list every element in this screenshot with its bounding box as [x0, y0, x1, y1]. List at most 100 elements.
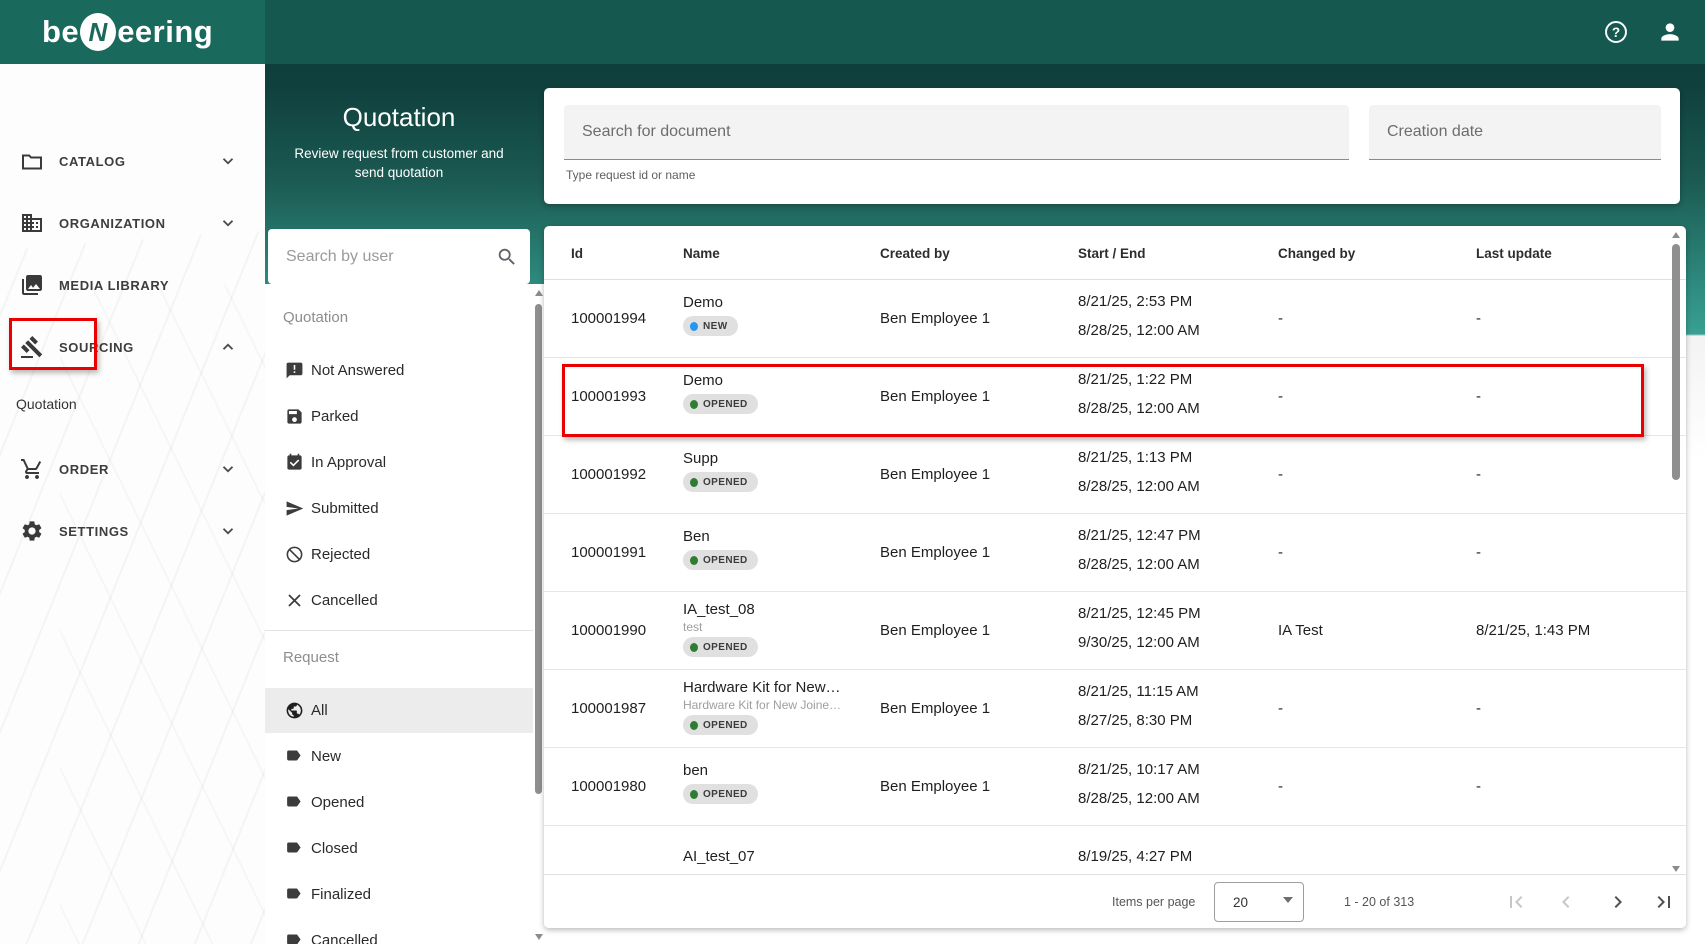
- app-bar: be N eering ?: [0, 0, 1705, 64]
- document-filter-card: Type request id or name: [544, 88, 1680, 204]
- tag-icon: [285, 747, 304, 766]
- search-document-input[interactable]: [582, 105, 1337, 159]
- table-row[interactable]: 100001980 ben OPENED Ben Employee 1 8/21…: [544, 748, 1686, 826]
- last-page-button[interactable]: [1652, 890, 1676, 914]
- logo-circle-icon: N: [80, 13, 117, 51]
- status-badge: OPENED: [683, 472, 758, 492]
- svg-text:?: ?: [1612, 25, 1620, 40]
- filter-item-all[interactable]: All: [265, 688, 533, 733]
- divider: [265, 630, 533, 631]
- next-page-button[interactable]: [1606, 890, 1630, 914]
- cart-icon: [20, 457, 44, 481]
- filter-item-new[interactable]: New: [265, 734, 533, 779]
- sidebar: CATALOG ORGANIZATION MEDIA LIBRARY SOURC…: [0, 64, 265, 944]
- first-page-button[interactable]: [1504, 890, 1528, 914]
- items-per-page-select[interactable]: 20: [1214, 882, 1304, 922]
- items-per-page-label: Items per page: [1112, 895, 1196, 909]
- search-by-user-input[interactable]: [286, 229, 486, 284]
- table-row[interactable]: AI_test_07 8/19/25, 4:27 PM: [544, 826, 1686, 874]
- sidebar-item-organization[interactable]: ORGANIZATION: [0, 192, 265, 254]
- user-account-icon[interactable]: [1657, 19, 1683, 45]
- scrollbar-thumb[interactable]: [1672, 244, 1680, 480]
- table-header: Id Name Created by Start / End Changed b…: [544, 226, 1686, 280]
- table-row[interactable]: 100001987 Hardware Kit for New… Hardware…: [544, 670, 1686, 748]
- search-icon[interactable]: [496, 246, 518, 268]
- sidebar-item-catalog[interactable]: CATALOG: [0, 130, 265, 192]
- filter-item-opened[interactable]: Opened: [265, 780, 533, 825]
- gear-icon: [20, 519, 44, 543]
- sidebar-item-order[interactable]: ORDER: [0, 438, 265, 500]
- chevron-up-icon: [219, 338, 237, 356]
- tag-icon: [285, 839, 304, 858]
- column-header-id: Id: [571, 245, 583, 261]
- table-row[interactable]: 100001993 Demo OPENED Ben Employee 1 8/2…: [544, 358, 1686, 436]
- filter-item-finalized[interactable]: Finalized: [265, 872, 533, 917]
- photo-library-icon: [20, 273, 44, 297]
- status-badge: OPENED: [683, 394, 758, 414]
- filter-item-cancelled-quotation[interactable]: Cancelled: [265, 578, 533, 623]
- filter-item-closed[interactable]: Closed: [265, 826, 533, 871]
- app-logo[interactable]: be N eering: [42, 13, 213, 51]
- sidebar-item-media-library[interactable]: MEDIA LIBRARY: [0, 254, 265, 316]
- chevron-down-icon: [219, 522, 237, 540]
- creation-date-input[interactable]: [1387, 105, 1649, 159]
- filter-item-parked[interactable]: Parked: [265, 394, 533, 439]
- search-helper-text: Type request id or name: [566, 168, 696, 182]
- filter-item-cancelled-request[interactable]: Cancelled: [265, 918, 533, 944]
- pagination-range-label: 1 - 20 of 313: [1344, 895, 1415, 909]
- help-icon[interactable]: ?: [1603, 19, 1629, 45]
- table-pagination-bar: Items per page 20 1 - 20 of 313: [544, 874, 1686, 928]
- status-badge: NEW: [683, 316, 738, 336]
- column-header-changed-by: Changed by: [1278, 245, 1356, 261]
- chevron-down-icon: [219, 214, 237, 232]
- folder-icon: [20, 149, 44, 173]
- column-header-created-by: Created by: [880, 245, 950, 261]
- filter-item-rejected[interactable]: Rejected: [265, 532, 533, 577]
- table-row[interactable]: 100001991 Ben OPENED Ben Employee 1 8/21…: [544, 514, 1686, 592]
- table-scrollbar[interactable]: [1670, 228, 1682, 872]
- logo-block: be N eering: [0, 0, 265, 64]
- logo-text-right: eering: [117, 14, 214, 49]
- sidebar-item-sourcing[interactable]: SOURCING: [0, 316, 265, 378]
- sidebar-item-settings[interactable]: SETTINGS: [0, 500, 265, 562]
- logo-text-left: be: [42, 14, 80, 49]
- filter-item-not-answered[interactable]: Not Answered: [265, 348, 533, 393]
- tag-icon: [285, 885, 304, 904]
- table-row[interactable]: 100001994 Demo NEW Ben Employee 1 8/21/2…: [544, 280, 1686, 358]
- row-name: Demo: [683, 372, 724, 389]
- table-row[interactable]: 100001992 Supp OPENED Ben Employee 1 8/2…: [544, 436, 1686, 514]
- building-icon: [20, 211, 44, 235]
- sidebar-item-label: ORDER: [59, 461, 109, 477]
- chevron-down-icon: [219, 460, 237, 478]
- previous-page-button[interactable]: [1554, 890, 1578, 914]
- column-header-last-update: Last update: [1476, 245, 1552, 261]
- scroll-up-arrow-icon[interactable]: [1672, 232, 1680, 238]
- sidebar-subitem-quotation[interactable]: Quotation: [16, 396, 77, 412]
- row-subtitle: test: [683, 620, 703, 634]
- dropdown-arrow-icon: [1283, 897, 1293, 903]
- search-by-user-box: [268, 229, 530, 284]
- scroll-down-arrow-icon[interactable]: [1672, 866, 1680, 872]
- row-name: AI_test_07: [683, 848, 755, 865]
- scroll-down-arrow-icon[interactable]: [535, 934, 543, 940]
- section-label-request: Request: [283, 648, 339, 666]
- row-name: Demo: [683, 294, 724, 311]
- event-check-icon: [285, 453, 304, 472]
- filter-item-in-approval[interactable]: In Approval: [265, 440, 533, 485]
- block-icon: [285, 545, 304, 564]
- sidebar-item-label: CATALOG: [59, 153, 126, 169]
- filter-item-submitted[interactable]: Submitted: [265, 486, 533, 531]
- send-icon: [285, 499, 304, 518]
- scroll-up-arrow-icon[interactable]: [535, 290, 543, 296]
- section-label-quotation: Quotation: [283, 308, 349, 326]
- column-header-name: Name: [683, 245, 720, 261]
- creation-date-field: [1369, 105, 1661, 160]
- table-row[interactable]: 100001990 IA_test_08 test OPENED Ben Emp…: [544, 592, 1686, 670]
- scrollbar-thumb[interactable]: [535, 304, 542, 794]
- panel-title: Quotation: [342, 102, 456, 132]
- chevron-down-icon: [219, 152, 237, 170]
- status-filter-list: Quotation Not Answered Parked In Approva…: [265, 284, 533, 944]
- globe-icon: [285, 701, 304, 720]
- row-name: IA_test_08: [683, 601, 755, 618]
- row-subtitle: Hardware Kit for New Joine…: [683, 698, 842, 712]
